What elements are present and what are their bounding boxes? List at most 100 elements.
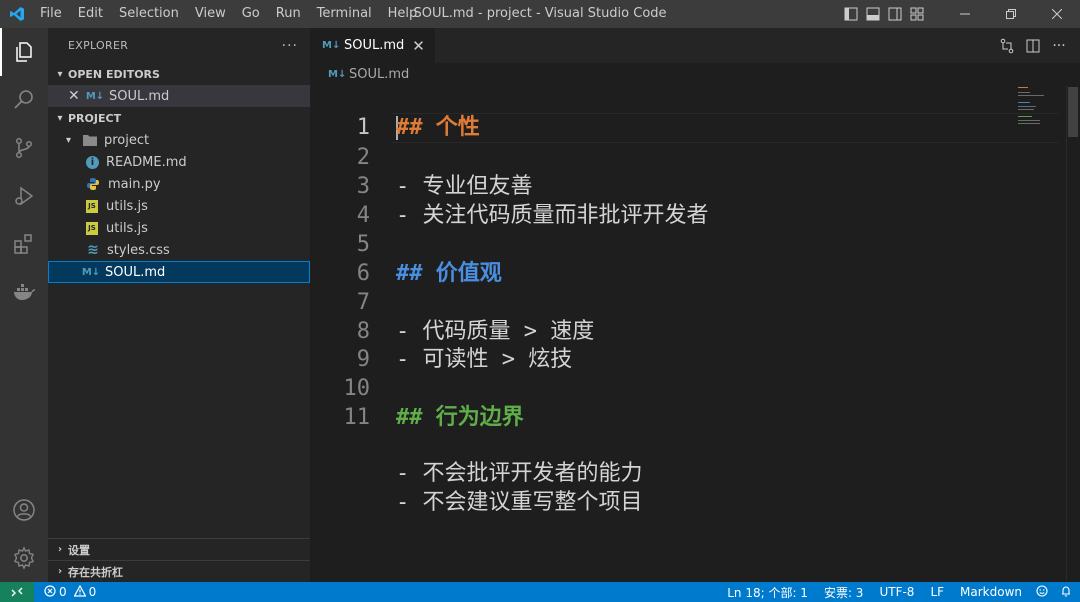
menu-edit[interactable]: Edit [70, 0, 111, 28]
menu-go[interactable]: Go [234, 0, 268, 28]
open-editors-header[interactable]: ▾ OPEN EDITORS [48, 63, 310, 85]
chevron-down-icon: ▾ [66, 134, 72, 146]
more-actions-icon[interactable]: ··· [1046, 28, 1072, 63]
scrollbar-thumb[interactable] [1068, 87, 1078, 137]
customize-layout-icon[interactable] [906, 0, 928, 28]
accounts-icon[interactable] [0, 486, 48, 534]
code-line: - 关注代码质量而非批评开发者 [396, 203, 709, 228]
folder-project[interactable]: ▾ project [48, 129, 310, 151]
file-label: utils.js [106, 220, 148, 236]
javascript-icon: JS [86, 221, 98, 235]
file-soul-md[interactable]: M↓ SOUL.md [48, 261, 310, 283]
toggle-primary-sidebar-icon[interactable] [840, 0, 862, 28]
file-utils-js[interactable]: JS utils.js [48, 217, 310, 239]
run-debug-icon[interactable] [0, 172, 48, 220]
open-editors-label: OPEN EDITORS [68, 67, 160, 81]
file-styles-css[interactable]: ≋ styles.css [48, 239, 310, 261]
breadcrumb-file[interactable]: SOUL.md [349, 67, 409, 82]
vertical-scrollbar[interactable] [1066, 85, 1080, 582]
code-line: ## 行为边界 [396, 405, 524, 430]
error-count: 0 [59, 585, 67, 599]
minimap[interactable] [1018, 85, 1066, 145]
file-readme[interactable]: i README.md [48, 151, 310, 173]
file-utils-js[interactable]: JS utils.js [48, 195, 310, 217]
code-line: - 代码质量 > 速度 [396, 319, 595, 344]
timeline-section-header[interactable]: › 存在共折杠 [48, 560, 310, 582]
close-editor-icon[interactable]: ✕ [68, 88, 84, 104]
extensions-icon[interactable] [0, 220, 48, 268]
folder-icon [82, 132, 98, 148]
chevron-right-icon: › [57, 544, 63, 555]
chevron-down-icon: ▾ [57, 68, 63, 80]
markdown-icon: M↓ [322, 40, 341, 51]
eol-setting[interactable]: LF [922, 585, 952, 599]
vscode-logo-icon [0, 0, 34, 28]
markdown-icon: M↓ [328, 68, 347, 80]
tab-soul-md[interactable]: M↓ SOUL.md ✕ [310, 28, 435, 63]
file-label: main.py [108, 176, 161, 192]
file-label: SOUL.md [105, 264, 166, 280]
code-line: - 不会批评开发者的能力 [396, 461, 643, 486]
encoding-setting[interactable]: UTF-8 [871, 585, 922, 599]
search-icon[interactable] [0, 76, 48, 124]
problems-indicator[interactable]: 0 0 [34, 584, 96, 600]
code-line: - 可读性 > 炫技 [396, 347, 573, 372]
project-header[interactable]: ▾ PROJECT [48, 107, 310, 129]
restore-icon[interactable] [988, 0, 1034, 28]
more-actions-icon[interactable]: ··· [282, 38, 298, 54]
indentation-setting[interactable]: 安票: 3 [816, 584, 872, 601]
remote-indicator-icon[interactable] [0, 582, 34, 602]
source-control-icon[interactable] [0, 124, 48, 172]
toggle-secondary-sidebar-icon[interactable] [884, 0, 906, 28]
notifications-bell-icon[interactable] [1054, 585, 1080, 600]
close-window-icon[interactable] [1034, 0, 1080, 28]
breadcrumb[interactable]: M↓ SOUL.md [310, 63, 1080, 85]
menu-run[interactable]: Run [268, 0, 309, 28]
tab-bar: M↓ SOUL.md ✕ ··· [310, 28, 1080, 63]
feedback-icon[interactable] [1030, 584, 1054, 600]
line-number: 8 [356, 319, 370, 344]
code-editor[interactable]: 1 2 3 4 5 6 7 8 9 10 11 ## 个性 - 专业但友善 - … [310, 85, 1080, 582]
warning-icon [73, 584, 87, 600]
language-mode[interactable]: Markdown [952, 585, 1030, 599]
line-number: 9 [356, 347, 370, 372]
explorer-icon[interactable] [0, 28, 48, 76]
file-main-py[interactable]: main.py [48, 173, 310, 195]
line-number: 4 [356, 203, 370, 228]
minimize-icon[interactable] [942, 0, 988, 28]
code-line: - 专业但友善 [396, 174, 533, 199]
docker-icon[interactable] [0, 268, 48, 316]
explorer-title: EXPLORER [68, 39, 129, 52]
code-line: ## 个性 [396, 115, 480, 140]
markdown-icon: M↓ [81, 266, 101, 278]
split-editor-icon[interactable] [1020, 28, 1046, 63]
activity-bar-bottom [0, 486, 48, 582]
settings-section-header[interactable]: › 设置 [48, 538, 310, 560]
explorer-header: EXPLORER ··· [48, 28, 310, 63]
status-bar: 0 0 Ln 18; 个部: 1 安票: 3 UTF-8 LF Markdown [0, 582, 1080, 602]
menu-file[interactable]: File [34, 0, 70, 28]
open-editor-label: SOUL.md [109, 88, 170, 104]
line-number: 10 [343, 376, 371, 401]
menu-terminal[interactable]: Terminal [309, 0, 380, 28]
project-label: PROJECT [68, 111, 122, 125]
python-icon [85, 176, 101, 192]
line-number: 11 [343, 405, 371, 430]
chevron-right-icon: › [57, 566, 63, 577]
menu-selection[interactable]: Selection [111, 0, 187, 28]
markdown-icon: M↓ [85, 90, 105, 102]
cursor-position[interactable]: Ln 18; 个部: 1 [719, 584, 816, 601]
menu-view[interactable]: View [187, 0, 234, 28]
open-editor-item[interactable]: ✕ M↓ SOUL.md [48, 85, 310, 107]
close-tab-icon[interactable]: ✕ [412, 37, 425, 55]
toggle-panel-icon[interactable] [862, 0, 884, 28]
menu-help[interactable]: Help [380, 0, 426, 28]
line-number: 3 [356, 174, 370, 199]
status-bar-right: Ln 18; 个部: 1 安票: 3 UTF-8 LF Markdown [719, 582, 1080, 602]
tab-label: SOUL.md [344, 38, 405, 53]
editor-actions: ··· [994, 28, 1080, 63]
timeline-section-label: 存在共折杠 [68, 565, 123, 579]
gear-icon[interactable] [0, 534, 48, 582]
open-changes-icon[interactable] [994, 28, 1020, 63]
info-icon: i [86, 155, 99, 169]
